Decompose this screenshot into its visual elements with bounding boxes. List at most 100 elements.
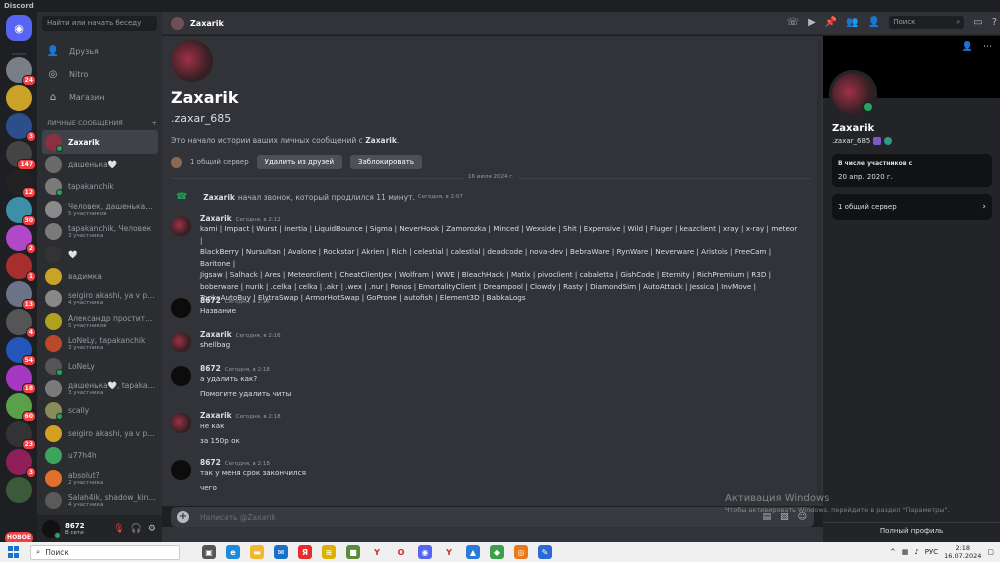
app-yellow-icon[interactable]: ≋	[322, 545, 336, 559]
nav-friends[interactable]: 👤 Друзья	[43, 42, 157, 60]
dm-item[interactable]: Zaxarik	[42, 130, 158, 154]
photos-icon[interactable]: ▲	[466, 545, 480, 559]
dm-item[interactable]: 🤍	[42, 242, 158, 266]
dm-item[interactable]: scally	[42, 399, 158, 423]
message-author[interactable]: 8672	[200, 458, 221, 467]
more-icon[interactable]: ⋯	[983, 42, 992, 52]
dm-item[interactable]: LoNeLy	[42, 354, 158, 378]
server-icon[interactable]: 24	[6, 57, 36, 86]
full-profile-link[interactable]: Полный профиль	[823, 522, 1000, 542]
server-icon[interactable]: 23	[6, 421, 36, 450]
server-icon[interactable]: 13	[6, 281, 36, 310]
message-author[interactable]: Zaxarik	[200, 214, 232, 223]
message-avatar[interactable]	[171, 298, 191, 318]
nav-shop[interactable]: ⌂ Магазин	[43, 88, 157, 106]
edge-icon[interactable]: e	[226, 545, 240, 559]
header-search[interactable]: Поиск ⌕	[889, 16, 965, 29]
server-icon[interactable]	[6, 477, 32, 503]
dm-item[interactable]: вадимка	[42, 264, 158, 288]
dm-item[interactable]: дашенька🤍	[42, 152, 158, 176]
server-icon[interactable]: 147	[6, 141, 36, 170]
add-dm-button[interactable]: +	[152, 119, 157, 127]
attach-plus-icon[interactable]: +	[177, 511, 189, 523]
search-app-icon[interactable]: ◎	[514, 545, 528, 559]
message-author[interactable]: 8672	[200, 296, 221, 305]
server-icon[interactable]: 3	[6, 113, 36, 142]
dm-item[interactable]: tapakanchik, Человек 3 участника	[42, 220, 158, 244]
mutual-servers-card[interactable]: 1 общий сервер ›	[832, 194, 992, 220]
conversation-search[interactable]: Найти или начать беседу	[42, 16, 157, 31]
taskbar-search[interactable]: ⌕ Поиск	[30, 544, 180, 560]
server-icon[interactable]: 3	[6, 449, 36, 478]
discord-icon[interactable]: ◉	[418, 545, 432, 559]
dm-item[interactable]: Salah4ik, shadow_kin... 4 участника	[42, 488, 158, 512]
voice-call-icon[interactable]: ☏	[787, 17, 800, 28]
opera-icon[interactable]: O	[394, 545, 408, 559]
message-author[interactable]: 8672	[200, 364, 221, 373]
home-button[interactable]: ◉	[6, 15, 32, 41]
nav-nitro[interactable]: ◎ Nitro	[43, 65, 157, 83]
task-view-icon[interactable]: ▣	[202, 545, 216, 559]
boost-badge-icon[interactable]	[884, 137, 893, 145]
remove-friend-button[interactable]: Удалить из друзей	[256, 155, 343, 169]
server-icon[interactable]: 12	[6, 169, 36, 198]
tray-chevron-icon[interactable]: ^	[890, 548, 896, 556]
mutual-servers[interactable]: 1 общий сервер	[190, 158, 249, 166]
network-icon[interactable]: ▦	[902, 548, 909, 556]
cube-app-icon[interactable]: ◆	[490, 545, 504, 559]
headphones-icon[interactable]: 🎧	[131, 524, 142, 534]
mail-icon[interactable]: ✉	[274, 545, 288, 559]
yandex-icon[interactable]: Я	[298, 545, 312, 559]
user-avatar[interactable]	[42, 519, 61, 539]
add-friend-icon[interactable]: 👥	[846, 17, 858, 28]
help-icon[interactable]: ?	[992, 17, 997, 28]
add-friend-icon[interactable]: 👤	[962, 42, 973, 52]
dm-item[interactable]: seigiro akashi, ya v po...	[42, 421, 158, 445]
minecraft-icon[interactable]: ■	[346, 545, 360, 559]
message-input[interactable]	[200, 512, 700, 522]
keyboard-language[interactable]: РУС	[925, 548, 938, 556]
intro-avatar[interactable]	[171, 40, 213, 82]
yandex-browser-icon[interactable]: Y	[370, 545, 384, 559]
mic-muted-icon[interactable]: 🎙	[113, 524, 124, 534]
block-button[interactable]: Заблокировать	[350, 155, 423, 169]
pin-icon[interactable]: 📌	[825, 17, 837, 28]
dm-item[interactable]: u77h4h	[42, 444, 158, 468]
dm-item[interactable]: tapakanchik	[42, 175, 158, 199]
message-avatar[interactable]	[171, 366, 191, 386]
taskbar-clock[interactable]: 2:18 16.07.2024	[944, 544, 981, 560]
paint-icon[interactable]: ✎	[538, 545, 552, 559]
server-icon[interactable]: 4	[6, 309, 36, 338]
dm-item[interactable]: Александр простите ... 5 участников	[42, 309, 158, 333]
server-icon[interactable]: 30	[6, 197, 36, 226]
dm-item[interactable]: seigiro akashi, ya v po... 4 участника	[42, 287, 158, 311]
nitro-badge-icon[interactable]	[873, 137, 882, 145]
server-icon[interactable]: 60	[6, 393, 36, 422]
server-icon[interactable]: 54	[6, 337, 36, 366]
message-avatar[interactable]	[171, 216, 191, 236]
message-author[interactable]: Zaxarik	[200, 330, 232, 339]
windows-start-icon[interactable]	[8, 546, 20, 558]
message-avatar[interactable]	[171, 413, 191, 433]
message-avatar[interactable]	[171, 460, 191, 480]
explorer-icon[interactable]: ▬	[250, 545, 264, 559]
gear-icon[interactable]: ⚙	[148, 524, 156, 534]
user-profile-icon[interactable]: 👤	[868, 17, 880, 28]
chat-scrollbar[interactable]	[817, 40, 821, 503]
video-call-icon[interactable]: ▶	[808, 17, 816, 28]
server-icon[interactable]	[6, 85, 32, 111]
yandex-browser-2-icon[interactable]: Y	[442, 545, 456, 559]
server-icon[interactable]: 2	[6, 225, 36, 254]
dm-item[interactable]: Человек, дашенька🤍... 5 участников	[42, 197, 158, 221]
dm-item[interactable]: LoNeLy, tapakanchik 3 участника	[42, 332, 158, 356]
inbox-icon[interactable]: ▭	[973, 17, 982, 28]
dm-item[interactable]: absolut? 2 участника	[42, 466, 158, 490]
dm-item[interactable]: дашенька🤍, tapakan... 3 участника	[42, 376, 158, 400]
profile-avatar[interactable]	[829, 70, 877, 118]
message-author[interactable]: Zaxarik	[200, 411, 232, 420]
notifications-icon[interactable]: ▢	[987, 548, 994, 556]
server-icon[interactable]: 18	[6, 365, 36, 394]
volume-icon[interactable]: ♪	[914, 548, 918, 556]
message-avatar[interactable]	[171, 332, 191, 352]
server-icon[interactable]: 1	[6, 253, 36, 282]
